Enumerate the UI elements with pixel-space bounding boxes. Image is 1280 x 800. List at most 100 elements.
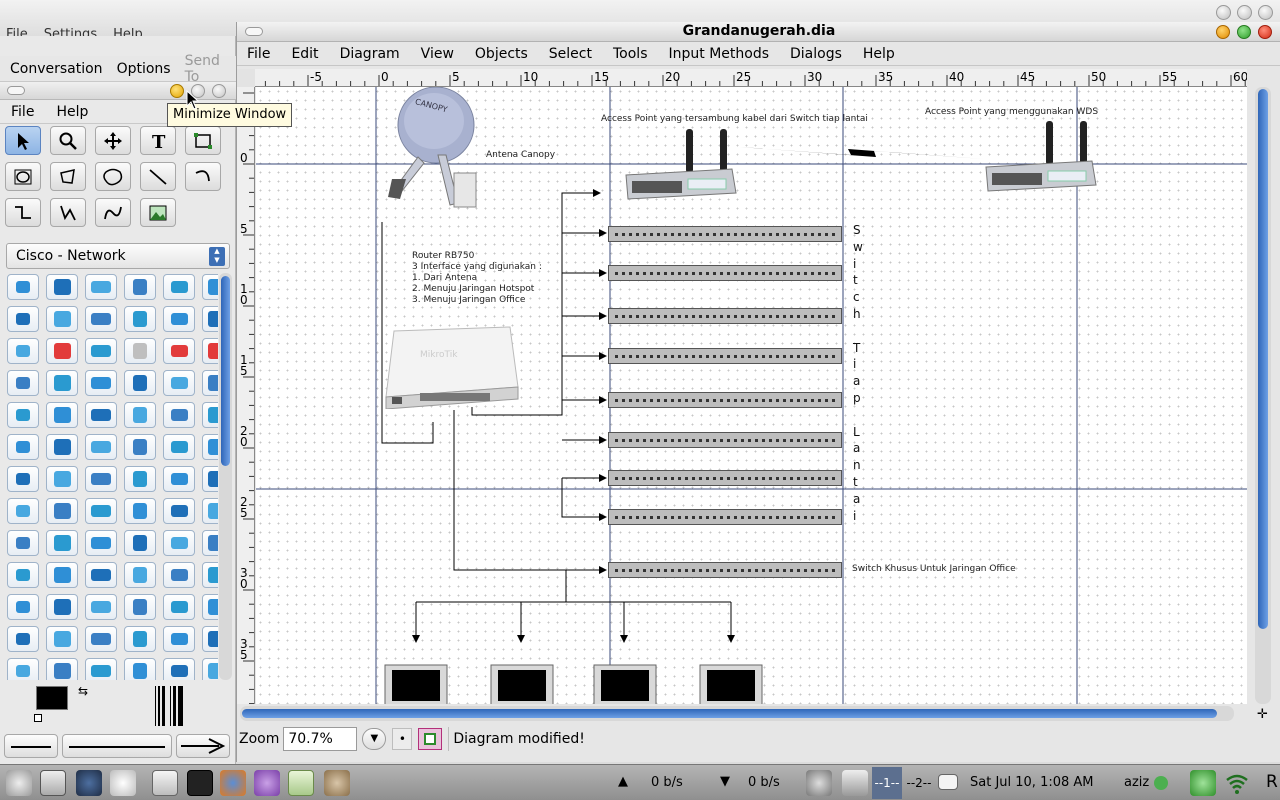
network-shape-icon[interactable] (202, 338, 218, 364)
network-shape-icon[interactable] (163, 466, 195, 492)
network-shape-icon[interactable] (163, 562, 195, 588)
network-shape-icon[interactable] (202, 530, 218, 556)
network-shape-icon[interactable] (202, 626, 218, 652)
network-shape-icon[interactable] (46, 626, 78, 652)
menu-input-methods[interactable]: Input Methods (669, 46, 770, 62)
network-shape-icon[interactable] (124, 658, 156, 680)
network-shape-icon[interactable] (124, 498, 156, 524)
network-shape-icon[interactable] (46, 434, 78, 460)
network-shape-icon[interactable] (163, 626, 195, 652)
line-width-selector[interactable] (155, 686, 197, 726)
menu-file[interactable]: File (11, 104, 34, 120)
network-shape-icon[interactable] (7, 466, 39, 492)
window-icon[interactable] (152, 770, 178, 796)
floor-switch[interactable] (608, 226, 842, 242)
close-button[interactable] (212, 84, 226, 98)
network-shape-icon[interactable] (124, 562, 156, 588)
scrollbar-thumb[interactable] (242, 709, 1217, 718)
network-shape-icon[interactable] (202, 306, 218, 332)
swap-colors-icon[interactable]: ⇆ (78, 684, 88, 698)
network-shape-icon[interactable] (46, 658, 78, 680)
network-shape-icon[interactable] (124, 274, 156, 300)
network-shape-icon[interactable] (7, 562, 39, 588)
network-shape-icon[interactable] (124, 626, 156, 652)
network-shape-icon[interactable] (7, 370, 39, 396)
network-shape-icon[interactable] (163, 274, 195, 300)
gnome-foot-icon[interactable] (6, 770, 32, 796)
network-shape-icon[interactable] (124, 370, 156, 396)
tool-magnify[interactable] (50, 126, 86, 155)
zoom-input[interactable]: 70.7% (283, 727, 358, 751)
diagram-canvas[interactable]: CANOPY Antena Canopy Access Point yang t… (256, 87, 1247, 704)
minimize-button[interactable] (1216, 25, 1230, 39)
window-menu-grip[interactable] (7, 86, 25, 95)
network-shape-icon[interactable] (85, 274, 117, 300)
shell-icon[interactable] (324, 770, 350, 796)
foreground-color[interactable] (36, 686, 68, 710)
vertical-scrollbar[interactable] (1255, 87, 1271, 704)
menu-conversation[interactable]: Conversation (10, 61, 103, 77)
maximize-button[interactable] (1237, 5, 1252, 20)
shape-palette-scrollbar[interactable] (219, 273, 232, 680)
line-style-selector[interactable] (62, 734, 172, 758)
network-shape-icon[interactable] (7, 658, 39, 680)
tool-polyline[interactable] (50, 198, 86, 227)
toolbox-titlebar[interactable] (0, 82, 236, 100)
floor-switch[interactable] (608, 509, 842, 525)
menu-objects[interactable]: Objects (475, 46, 528, 62)
horizontal-scrollbar[interactable] (240, 706, 1234, 721)
wifi-icon[interactable] (1224, 770, 1250, 796)
tool-polygon[interactable] (50, 162, 86, 191)
network-shape-icon[interactable] (124, 466, 156, 492)
trash-icon[interactable] (842, 770, 868, 796)
volume-icon[interactable] (806, 770, 832, 796)
network-shape-icon[interactable] (124, 402, 156, 428)
network-shape-icon[interactable] (85, 370, 117, 396)
network-shape-icon[interactable] (7, 402, 39, 428)
network-shape-icon[interactable] (124, 530, 156, 556)
network-shape-icon[interactable] (202, 402, 218, 428)
network-shape-icon[interactable] (85, 434, 117, 460)
menu-send-to[interactable]: Send To (185, 53, 236, 85)
workstation-icon[interactable] (699, 664, 763, 704)
menu-dialogs[interactable]: Dialogs (790, 46, 842, 62)
network-shape-icon[interactable] (7, 530, 39, 556)
network-shape-icon[interactable] (7, 338, 39, 364)
network-shape-icon[interactable] (85, 626, 117, 652)
menu-options[interactable]: Options (117, 61, 171, 77)
network-shape-icon[interactable] (163, 370, 195, 396)
network-shape-icon[interactable] (202, 370, 218, 396)
network-shape-icon[interactable] (202, 562, 218, 588)
network-shape-icon[interactable] (202, 434, 218, 460)
network-shape-icon[interactable] (46, 530, 78, 556)
menu-help[interactable]: Help (56, 104, 88, 120)
menu-help[interactable]: Help (863, 46, 895, 62)
workstation-icon[interactable] (593, 664, 657, 704)
network-shape-icon[interactable] (202, 466, 218, 492)
tool-beziergon[interactable] (95, 162, 131, 191)
network-manager-icon[interactable] (1190, 770, 1216, 796)
menu-tools[interactable]: Tools (613, 46, 648, 62)
floor-switch[interactable] (608, 348, 842, 364)
floor-switch[interactable] (608, 308, 842, 324)
computer-icon[interactable] (40, 770, 66, 796)
network-shape-icon[interactable] (7, 434, 39, 460)
network-shape-icon[interactable] (202, 658, 218, 680)
dia-titlebar[interactable]: Grandanugerah.dia (237, 22, 1280, 42)
tool-ellipse[interactable] (5, 162, 41, 191)
start-arrow-selector[interactable] (4, 734, 58, 758)
zoom-dropdown-button[interactable]: ▼ (362, 728, 387, 750)
network-shape-icon[interactable] (163, 338, 195, 364)
tool-zigzagline[interactable] (5, 198, 41, 227)
menu-view[interactable]: View (421, 46, 454, 62)
network-shape-icon[interactable] (202, 594, 218, 620)
user-name[interactable]: aziz (1124, 775, 1149, 790)
network-shape-icon[interactable] (163, 594, 195, 620)
maximize-button[interactable] (1237, 25, 1251, 39)
network-shape-icon[interactable] (85, 594, 117, 620)
network-shape-icon[interactable] (46, 562, 78, 588)
eyes-icon[interactable] (110, 770, 136, 796)
access-point-device[interactable] (624, 129, 738, 201)
router-device[interactable]: MikroTik (380, 325, 522, 409)
wds-access-point-device[interactable] (984, 121, 1098, 193)
